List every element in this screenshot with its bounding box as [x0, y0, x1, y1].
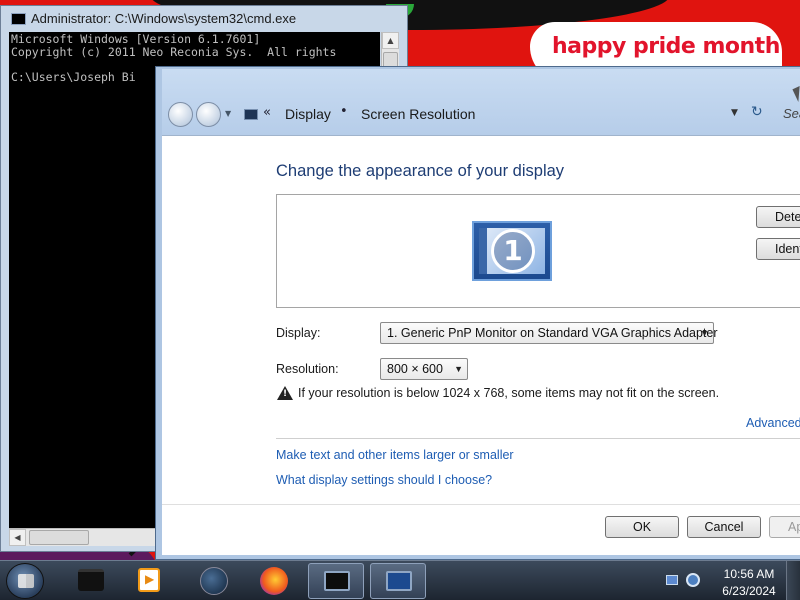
- taskbar-explorer[interactable]: [62, 563, 118, 599]
- display-help-link[interactable]: What display settings should I choose?: [276, 473, 492, 487]
- text-size-link[interactable]: Make text and other items larger or smal…: [276, 448, 514, 462]
- taskbar-display-settings[interactable]: [370, 563, 426, 599]
- mouse-cursor-icon: [792, 85, 800, 103]
- resolution-label: Resolution:: [276, 362, 339, 376]
- cmd-icon: [11, 13, 26, 25]
- cmd-title-bar[interactable]: Administrator: C:\Windows\system32\cmd.e…: [1, 6, 407, 32]
- resolution-select-value: 800 × 600: [387, 362, 443, 376]
- resolution-warning: If your resolution is below 1024 x 768, …: [298, 386, 720, 400]
- back-button[interactable]: [168, 102, 193, 127]
- internet-explorer-icon: [200, 567, 228, 595]
- folder-icon: [78, 569, 104, 591]
- divider: [276, 438, 800, 439]
- cmd-icon: [324, 571, 350, 591]
- cancel-button[interactable]: Cancel: [687, 516, 761, 538]
- pride-note-text: happy pride month: [552, 34, 780, 59]
- scroll-up-icon[interactable]: ▲: [382, 32, 399, 49]
- breadcrumb-overflow[interactable]: «: [263, 105, 271, 120]
- display-select[interactable]: 1. Generic PnP Monitor on Standard VGA G…: [380, 322, 718, 344]
- clock-time[interactable]: 10:56 AM: [712, 567, 786, 581]
- console-line: Copyright (c) 2011 Neo Reconia Sys. All …: [11, 44, 337, 59]
- apply-button[interactable]: Apply: [769, 516, 800, 538]
- search-input[interactable]: Sea: [783, 106, 800, 121]
- resolution-select[interactable]: 800 × 600 ▼: [380, 358, 468, 380]
- display-select-value: 1. Generic PnP Monitor on Standard VGA G…: [387, 326, 718, 340]
- console-line: Microsoft Windows [Version 6.1.7601]: [11, 32, 261, 46]
- monitor-arrangement-panel: 1: [276, 194, 800, 308]
- media-player-icon: [138, 568, 160, 592]
- taskbar-firefox[interactable]: [246, 563, 302, 599]
- cmd-title: Administrator: C:\Windows\system32\cmd.e…: [31, 11, 297, 26]
- firefox-icon: [260, 567, 288, 595]
- display-settings-icon: [386, 571, 412, 591]
- action-center-icon[interactable]: [666, 575, 678, 585]
- forward-button[interactable]: [196, 102, 221, 127]
- taskbar-internet-explorer[interactable]: [186, 563, 242, 599]
- clock-date[interactable]: 6/23/2024: [712, 584, 786, 598]
- monitor-taskbar: [479, 228, 487, 274]
- display-label: Display:: [276, 326, 321, 340]
- warning-icon: [277, 386, 293, 400]
- recent-pages-icon[interactable]: ▼: [225, 109, 231, 118]
- system-tray[interactable]: [666, 573, 706, 589]
- settings-content: Change the appearance of your display 1 …: [162, 135, 800, 555]
- refresh-icon[interactable]: ↻: [751, 104, 763, 120]
- identify-button[interactable]: Identify: [756, 238, 800, 260]
- advanced-settings-link[interactable]: Advanced: [746, 416, 800, 430]
- chevron-down-icon: ▼: [700, 328, 709, 338]
- address-bar: ▼ « Display • Screen Resolution ▼ ↻ Sea: [162, 69, 800, 135]
- page-title: Change the appearance of your display: [276, 162, 565, 180]
- scroll-thumb[interactable]: [29, 530, 89, 545]
- start-button[interactable]: [6, 563, 44, 599]
- taskbar-media-player[interactable]: [120, 563, 176, 599]
- monitor-1[interactable]: 1: [472, 221, 552, 281]
- breadcrumb-display[interactable]: Display: [285, 106, 331, 122]
- scroll-left-icon[interactable]: ◀: [9, 529, 26, 546]
- breadcrumb-separator: •: [340, 104, 348, 119]
- breadcrumb-screen-resolution[interactable]: Screen Resolution: [361, 106, 475, 122]
- footer-divider: [162, 504, 800, 505]
- screen-resolution-window[interactable]: ▼ « Display • Screen Resolution ▼ ↻ Sea …: [155, 66, 800, 560]
- monitor-number: 1: [491, 229, 535, 273]
- detect-button[interactable]: Detect: [756, 206, 800, 228]
- network-icon[interactable]: [686, 573, 700, 587]
- control-panel-icon: [244, 109, 258, 120]
- chevron-down-icon: ▼: [454, 364, 463, 374]
- taskbar-cmd[interactable]: [308, 563, 364, 599]
- windows-logo-icon: [18, 574, 34, 588]
- taskbar: 10:56 AM 6/23/2024: [0, 560, 800, 600]
- show-desktop-button[interactable]: [786, 561, 800, 600]
- ok-button[interactable]: OK: [605, 516, 679, 538]
- address-dropdown-icon[interactable]: ▼: [731, 108, 738, 118]
